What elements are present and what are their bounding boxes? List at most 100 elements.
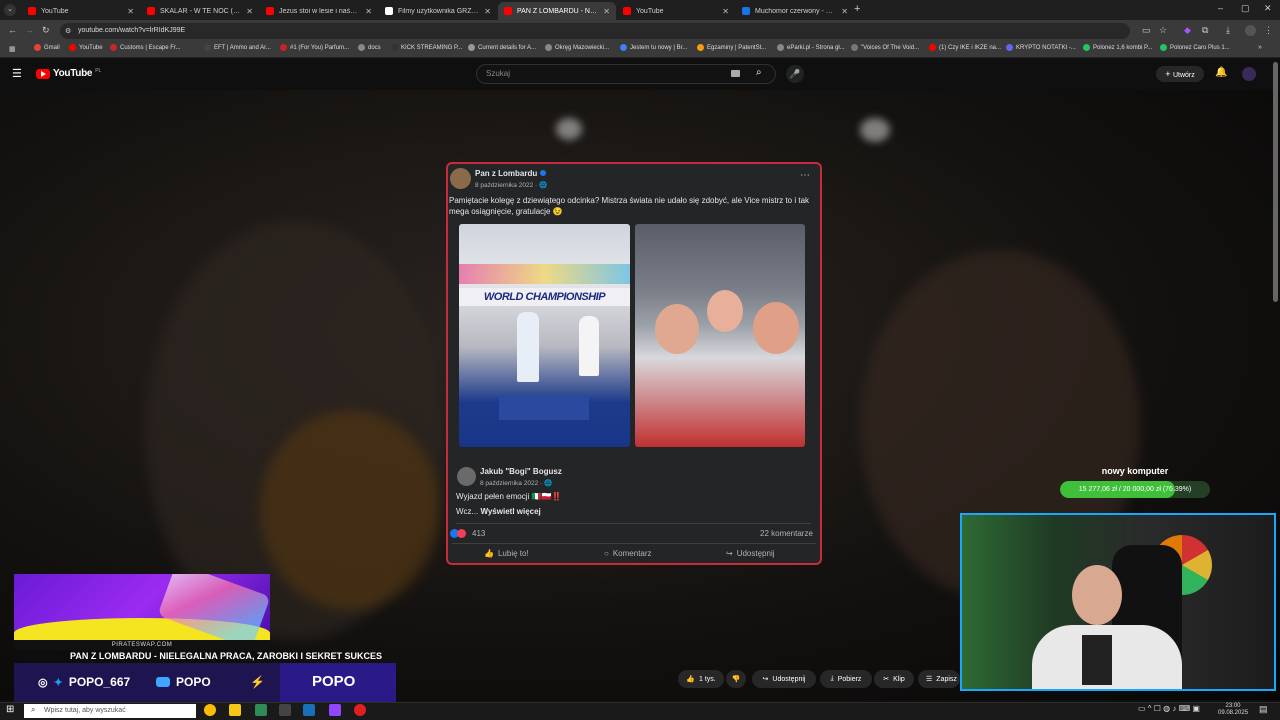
youtube-logo-text: YouTube [53, 68, 93, 79]
maximize-icon[interactable]: ▢ [1241, 3, 1250, 14]
tab-close-icon[interactable]: ✕ [603, 7, 610, 16]
post-photo-selfie[interactable] [635, 224, 805, 447]
apps-grid-icon[interactable]: ▦ [9, 45, 16, 53]
tab-close-icon[interactable]: ✕ [841, 7, 848, 16]
file-explorer-icon[interactable] [229, 704, 241, 716]
social-kick: POPO [312, 673, 356, 690]
video-background-figure [260, 410, 440, 610]
create-button[interactable]: + Utwórz [1156, 66, 1204, 82]
page-scrollbar[interactable] [1273, 62, 1278, 302]
like-video-button[interactable]: 👍 1 tys. [678, 670, 724, 688]
browser-tab[interactable]: SKALAR - W TE NOC ( HIT Disco ✕ [141, 2, 259, 20]
post-options-icon[interactable]: ⋯ [800, 170, 810, 181]
browser-tab[interactable]: Muchomor czerwony - Szukaj w ✕ [736, 2, 854, 20]
minimize-icon[interactable]: – [1218, 3, 1223, 13]
bookmark-item[interactable]: Current details for A... [468, 44, 536, 51]
obs-app-icon[interactable] [354, 704, 366, 716]
like-button[interactable]: 👍 Lubię to! [484, 549, 529, 558]
bookmark-item[interactable]: Jestem tu nowy | Br... [620, 44, 687, 51]
cast-icon[interactable]: ▭ [1142, 25, 1151, 36]
bookmark-item[interactable]: Egzaminy | PatentSt... [697, 44, 766, 51]
championship-banner: WORLD CHAMPIONSHIP [459, 288, 630, 306]
browser-tab[interactable]: PAN Z LOMBARDU - NIELE ✕ [498, 2, 616, 20]
back-icon[interactable]: ← [8, 25, 17, 35]
post-photo-podium[interactable]: WORLD CHAMPIONSHIP [459, 224, 630, 447]
dislike-video-button[interactable]: 👎 [726, 670, 746, 688]
twitter-icon: ✦ [53, 676, 63, 689]
clip-button[interactable]: ✂ Klip [874, 670, 914, 688]
site-info-icon[interactable]: ⚙ [65, 27, 71, 35]
bookmark-item[interactable]: Okręg Mazowiecki... [545, 44, 609, 51]
share-button[interactable]: ↪ Udostępnij [726, 549, 775, 558]
search-icon[interactable]: ⌕ [756, 67, 762, 78]
bookmark-item[interactable]: EFT | Ammo and Ar... [204, 44, 271, 51]
profile-avatar[interactable] [1245, 25, 1256, 36]
forward-icon[interactable]: → [25, 25, 34, 35]
see-more-link[interactable]: Wyświetl więcej [480, 507, 540, 516]
extensions-puzzle-icon[interactable]: ⧉ [1202, 25, 1208, 36]
tab-close-icon[interactable]: ✕ [722, 7, 729, 16]
close-window-icon[interactable]: ✕ [1264, 3, 1272, 14]
menu-kebab-icon[interactable]: ⋮ [1264, 25, 1273, 36]
bookmark-item[interactable]: Polonez 1,6 kombi P... [1083, 44, 1152, 51]
tab-close-icon[interactable]: ✕ [127, 7, 134, 16]
bookmark-favicon-icon [358, 44, 365, 51]
taskbar-app-icon[interactable] [329, 704, 341, 716]
windows-start-icon[interactable]: ⊞ [6, 704, 14, 715]
notifications-bell-icon[interactable]: 🔔 [1215, 67, 1227, 78]
download-icon[interactable]: ⤓ [1226, 25, 1230, 36]
bookmark-item[interactable]: eParki.pl - Strona gł... [777, 44, 845, 51]
bookmark-item[interactable]: (1) Czy IKE i IKZE na... [929, 44, 1001, 51]
browser-tab[interactable]: Jezus stoi w lesie i naśmiewa się ✕ [260, 2, 378, 20]
account-avatar[interactable] [1242, 67, 1256, 81]
browser-tab[interactable]: YouTube ✕ [617, 2, 735, 20]
more-bookmarks-icon[interactable]: » [1258, 44, 1262, 51]
keyboard-icon[interactable] [731, 70, 740, 77]
webcam-overlay [960, 513, 1276, 691]
save-button[interactable]: ☰ Zapisz [918, 670, 960, 688]
bookmark-label: "Voices Of The Void... [861, 44, 920, 51]
donation-goal-text: 15 277,06 zł / 20 000,00 zł (76.39%) [1078, 486, 1192, 493]
bookmark-item[interactable]: KICK STREAMING P... [391, 44, 462, 51]
bookmark-item[interactable]: KRYPTO NOTATKI -... [1006, 44, 1076, 51]
extension-icon[interactable]: ◆ [1184, 25, 1191, 36]
youtube-icon [156, 677, 170, 687]
bookmark-item[interactable]: Customs | Escape Fr... [110, 44, 181, 51]
tab-close-icon[interactable]: ✕ [246, 7, 253, 16]
tray-icons[interactable]: ▭ ^ ☐ ◍ ♪ ⌨ ▣ [1138, 704, 1200, 713]
bookmark-favicon-icon [851, 44, 858, 51]
microphone-icon[interactable]: 🎤 [786, 65, 804, 83]
reload-icon[interactable]: ↻ [42, 25, 50, 36]
browser-tab[interactable]: YouTube ✕ [22, 2, 140, 20]
bookmark-item[interactable]: "Voices Of The Void... [851, 44, 919, 51]
scissors-icon: ✂ [883, 676, 890, 683]
youtube-logo[interactable]: YouTube PL [36, 68, 101, 79]
address-bar[interactable]: youtube.com/watch?v=lrRIdKJ99E [60, 23, 1130, 39]
chrome-app-icon[interactable] [204, 704, 216, 716]
bookmark-item[interactable]: Polonez Caro Plus 1... [1160, 44, 1230, 51]
bookmark-item[interactable]: docs [358, 44, 381, 51]
bookmark-favicon-icon [34, 44, 41, 51]
taskbar-app-icon[interactable] [255, 704, 267, 716]
taskbar-clock[interactable]: 23:00 09.08.2025 [1218, 703, 1248, 717]
taskbar-app-icon[interactable] [279, 704, 291, 716]
bookmark-item[interactable]: YouTube [69, 44, 103, 51]
download-video-button[interactable]: ⤓ Pobierz [820, 670, 872, 688]
share-video-button[interactable]: ↪ Udostępnij [752, 670, 816, 688]
bookmark-item[interactable]: #1 (For You) Parfum... [280, 44, 349, 51]
share-icon: ↪ [762, 676, 769, 683]
tab-close-icon[interactable]: ✕ [365, 7, 372, 16]
comment-count[interactable]: 22 komentarze [760, 529, 813, 538]
bookmark-item[interactable]: Gmail [34, 44, 60, 51]
bookmark-star-icon[interactable]: ☆ [1159, 25, 1167, 36]
taskbar-search[interactable]: Wpisz tutaj, aby wyszukać [24, 704, 196, 718]
browser-tab[interactable]: Filmy użytkownika GRZESIU.PL ✕ [379, 2, 497, 20]
reactions-summary[interactable]: 413 [450, 529, 485, 538]
steam-app-icon[interactable] [303, 704, 315, 716]
comment-button[interactable]: ○ Komentarz [604, 549, 652, 558]
hamburger-menu-icon[interactable]: ☰ [12, 67, 22, 80]
tab-close-icon[interactable]: ✕ [484, 7, 491, 16]
notification-center-icon[interactable]: ▤ [1259, 704, 1268, 715]
new-tab-icon[interactable]: + [854, 3, 860, 15]
tab-search-icon[interactable]: ⌄ [4, 4, 16, 16]
